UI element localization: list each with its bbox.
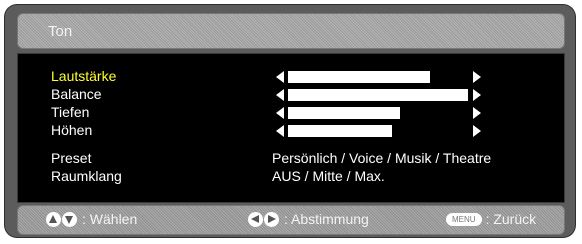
bass-slider-fill [288,107,400,119]
bass-slider[interactable] [288,107,468,119]
settings-panel: Lautstärke Balance Tiefen Höhen Preset P… [17,53,565,203]
treble-slider-fill [288,125,393,137]
sound-menu-window: Ton Lautstärke Balance Tiefen Höhen Pres… [5,5,575,237]
down-arrow-icon [62,212,77,227]
volume-slider[interactable] [288,71,468,83]
increase-arrow-icon[interactable] [473,107,481,119]
bass-row[interactable]: Tiefen [18,104,564,121]
button-hint-bar: : Wählen : Abstimmung MENU : Zurück [17,205,565,235]
adjust-hint-label: : Abstimmung [284,211,369,227]
volume-label: Lautstärke [51,68,117,84]
decrease-arrow-icon[interactable] [276,107,284,119]
volume-row[interactable]: Lautstärke [18,68,564,85]
left-arrow-icon [248,212,263,227]
surround-row[interactable]: Raumklang AUS / Mitte / Max. [18,168,564,185]
bass-label: Tiefen [51,104,90,120]
right-arrow-icon [264,212,279,227]
select-hint-label: : Wählen [82,211,138,227]
balance-row[interactable]: Balance [18,86,564,103]
treble-slider[interactable] [288,125,468,137]
preset-label: Preset [51,150,92,166]
decrease-arrow-icon[interactable] [276,89,284,101]
up-arrow-icon [46,212,61,227]
increase-arrow-icon[interactable] [473,71,481,83]
menu-title: Ton [48,23,73,40]
surround-label: Raumklang [51,168,122,184]
adjust-hint: : Abstimmung [248,211,369,228]
menu-title-bar: Ton [17,13,565,49]
balance-slider-fill [288,89,468,101]
balance-label: Balance [51,86,102,102]
increase-arrow-icon[interactable] [473,89,481,101]
select-hint: : Wählen [46,211,137,228]
treble-row[interactable]: Höhen [18,122,564,139]
back-hint-label: : Zurück [485,211,537,227]
preset-value[interactable]: Persönlich / Voice / Musik / Theatre [272,150,491,167]
back-hint: MENU : Zurück [446,211,536,228]
menu-button-icon: MENU [446,213,482,226]
balance-slider[interactable] [288,89,468,101]
preset-row[interactable]: Preset Persönlich / Voice / Musik / Thea… [18,150,564,167]
increase-arrow-icon[interactable] [473,125,481,137]
decrease-arrow-icon[interactable] [276,71,284,83]
decrease-arrow-icon[interactable] [276,125,284,137]
volume-slider-fill [288,71,431,83]
surround-value[interactable]: AUS / Mitte / Max. [272,168,385,185]
treble-label: Höhen [51,122,93,138]
